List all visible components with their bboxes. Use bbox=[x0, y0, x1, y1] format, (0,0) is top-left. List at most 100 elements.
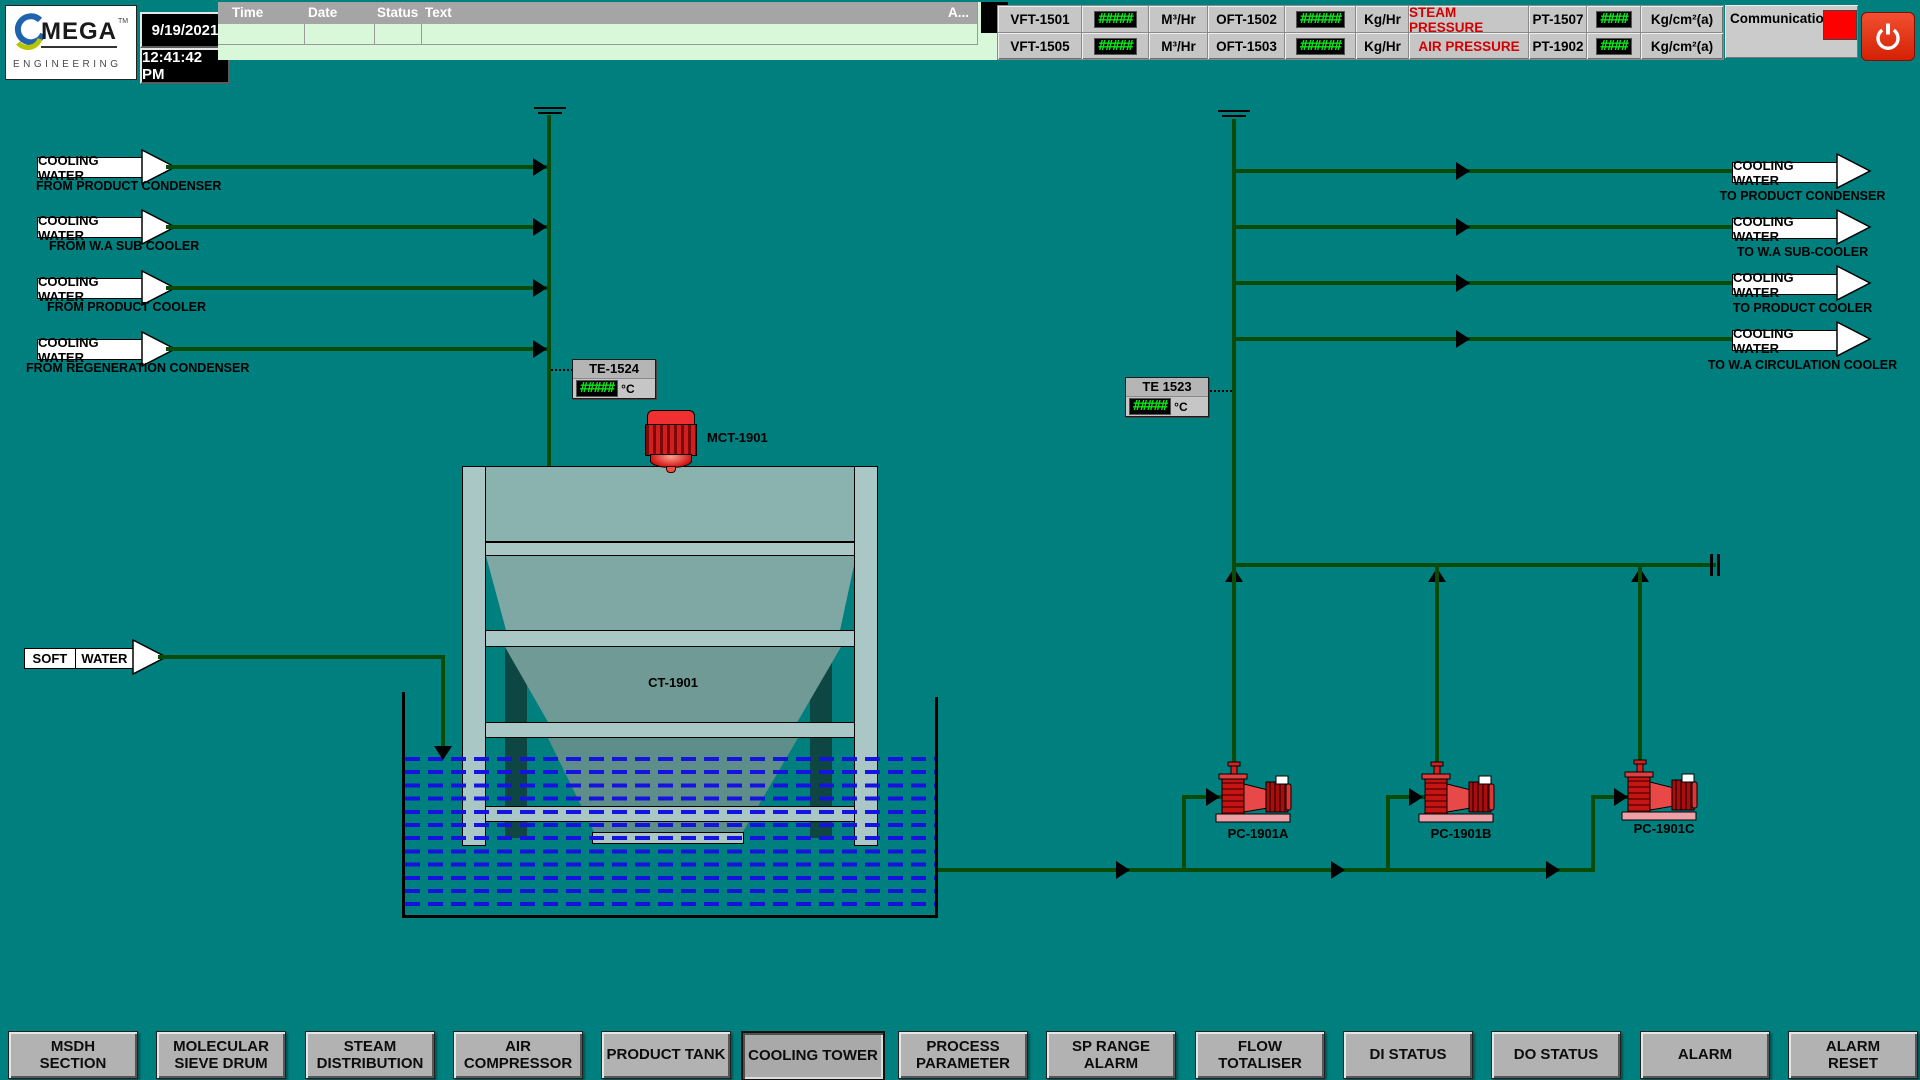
nav-process-parameter[interactable]: PROCESS PARAMETER bbox=[898, 1031, 1028, 1079]
nav-do-status[interactable]: DO STATUS bbox=[1491, 1031, 1621, 1079]
inlet-tag-box: COOLING WATER bbox=[37, 278, 143, 299]
pump-discharge-header bbox=[1232, 563, 1716, 567]
flow-arrow-right-icon bbox=[1836, 321, 1872, 357]
pipe-arrowhead-icon bbox=[533, 218, 547, 236]
outlet-dest-label: TO W.A CIRCULATION COOLER bbox=[1690, 358, 1915, 372]
nav-air-compressor[interactable]: AIR COMPRESSOR bbox=[453, 1031, 583, 1079]
nav-alarm[interactable]: ALARM bbox=[1640, 1031, 1770, 1079]
tower-fill-section: CT-1901 bbox=[505, 647, 841, 722]
pump-label: PC-1901B bbox=[1417, 826, 1505, 841]
pipe-arrowhead-icon bbox=[1456, 162, 1470, 180]
digital-value: ###### bbox=[1296, 38, 1345, 55]
instrument-leader-line bbox=[1207, 390, 1232, 392]
nav-flow-totaliser[interactable]: FLOW TOTALISER bbox=[1195, 1031, 1325, 1079]
tower-top-section bbox=[462, 466, 878, 542]
inlet-collector-pipe bbox=[547, 115, 551, 467]
soft-water-left: SOFT bbox=[25, 649, 76, 668]
pipe-arrowhead-icon bbox=[1456, 330, 1470, 348]
readout-unit: Kg/cm²(a) bbox=[1640, 32, 1724, 60]
pipe-arrowhead-icon bbox=[533, 340, 547, 358]
outlet-pipe bbox=[1236, 225, 1732, 229]
logo-subtitle: ENGINEERING bbox=[13, 59, 122, 70]
outlet-tag-box: COOLING WATER bbox=[1732, 330, 1838, 351]
pump-pc-1901a[interactable] bbox=[1214, 760, 1292, 824]
readout-value-cell: #### bbox=[1586, 5, 1642, 34]
nav-molecular-sieve-drum[interactable]: MOLECULAR SIEVE DRUM bbox=[156, 1031, 286, 1079]
basin-floor bbox=[402, 915, 938, 918]
pump-suction-branch bbox=[1591, 797, 1595, 868]
inlet-pipe bbox=[166, 286, 549, 290]
outlet-dest-label: TO PRODUCT COOLER bbox=[1690, 301, 1915, 315]
te-1523-indicator[interactable]: TE 1523 ##### °C bbox=[1125, 377, 1209, 417]
outlet-pipe bbox=[1236, 281, 1732, 285]
pump-suction-branch bbox=[1182, 797, 1186, 868]
motor-tag-label: MCT-1901 bbox=[707, 430, 768, 445]
pipe-arrowhead-icon bbox=[1456, 274, 1470, 292]
alarm-overflow-indicator[interactable]: A... bbox=[948, 5, 969, 20]
inlet-pipe bbox=[166, 165, 549, 169]
vent-icon bbox=[534, 107, 566, 109]
digital-value: ##### bbox=[1094, 11, 1136, 28]
readout-tag: VFT-1501 bbox=[997, 5, 1083, 34]
inlet-source-label: FROM PRODUCT CONDENSER bbox=[36, 179, 221, 193]
logo-brand-text: MEGA bbox=[41, 18, 117, 48]
inlet-pipe bbox=[166, 347, 549, 351]
tower-fill-section bbox=[486, 556, 856, 630]
readout-unit: M³/Hr bbox=[1148, 5, 1209, 34]
pump-riser bbox=[1232, 567, 1236, 762]
outlet-collector-pipe bbox=[1232, 119, 1236, 567]
nav-product-tank[interactable]: PRODUCT TANK bbox=[601, 1031, 731, 1079]
cooling-tower-hmi-screen: MEGA TM ENGINEERING 9/19/2021 12:41:42 P… bbox=[0, 0, 1920, 1080]
digital-value: ##### bbox=[1094, 38, 1136, 55]
tower-beam bbox=[462, 542, 878, 556]
soft-water-pipe bbox=[158, 655, 445, 659]
outlet-tag-box: COOLING WATER bbox=[1732, 218, 1838, 239]
alarm-col-text: Text bbox=[425, 5, 452, 20]
te-1524-tag: TE-1524 bbox=[573, 360, 655, 379]
pump-pc-1901b[interactable] bbox=[1417, 760, 1495, 824]
fan-motor[interactable] bbox=[645, 424, 697, 456]
pump-label: PC-1901A bbox=[1214, 826, 1302, 841]
alarm-row-divider bbox=[304, 24, 305, 44]
nav-alarm-reset[interactable]: ALARM RESET bbox=[1788, 1031, 1918, 1079]
te-1523-tag: TE 1523 bbox=[1126, 378, 1208, 397]
nav-sp-range-alarm[interactable]: SP RANGE ALARM bbox=[1046, 1031, 1176, 1079]
readout-tag: VFT-1505 bbox=[997, 32, 1083, 60]
readout-value-cell: ##### bbox=[1081, 32, 1150, 60]
pipe-arrowhead-icon bbox=[1331, 861, 1345, 879]
soft-water-tag-box: SOFT WATER bbox=[24, 648, 134, 669]
inlet-pipe bbox=[166, 225, 549, 229]
pipe-arrowhead-icon bbox=[1116, 861, 1130, 879]
pipe-arrowhead-icon bbox=[434, 746, 452, 760]
alarm-row-divider bbox=[977, 2, 978, 44]
instrument-leader-line bbox=[551, 369, 573, 371]
exit-power-button[interactable] bbox=[1861, 12, 1915, 61]
te-1524-indicator[interactable]: TE-1524 ##### °C bbox=[572, 359, 656, 399]
readout-unit: Kg/cm²(a) bbox=[1640, 5, 1724, 34]
readout-value-cell: #### bbox=[1586, 32, 1642, 60]
nav-cooling-tower[interactable]: COOLING TOWER bbox=[741, 1031, 885, 1080]
te-1524-value: ##### bbox=[576, 380, 618, 397]
inlet-tag-box: COOLING WATER bbox=[37, 339, 143, 360]
basin-wall bbox=[402, 692, 405, 918]
alarm-row-divider bbox=[421, 24, 422, 44]
flow-arrow-right-icon bbox=[1836, 153, 1872, 189]
pump-pc-1901c[interactable] bbox=[1620, 758, 1698, 822]
nav-ste-distribution[interactable]: STEAM DISTRIBUTION bbox=[305, 1031, 435, 1079]
readout-unit: Kg/Hr bbox=[1355, 32, 1410, 60]
digital-value: #### bbox=[1596, 11, 1631, 28]
tower-beam bbox=[462, 722, 878, 738]
readout-value-cell: ###### bbox=[1284, 5, 1357, 34]
pump-riser bbox=[1435, 567, 1439, 762]
alarm-col-time: Time bbox=[232, 5, 263, 20]
pipe-arrowhead-icon bbox=[533, 158, 547, 176]
outlet-pipe bbox=[1236, 337, 1732, 341]
digital-value: ###### bbox=[1296, 11, 1345, 28]
nav-di-status[interactable]: DI STATUS bbox=[1343, 1031, 1473, 1079]
readout-unit: M³/Hr bbox=[1148, 32, 1209, 60]
readout-tag: PT-1507 bbox=[1528, 5, 1588, 34]
readout-unit: Kg/Hr bbox=[1355, 5, 1410, 34]
date-display: 9/19/2021 bbox=[140, 12, 230, 48]
nav-msdh-section[interactable]: MSDH SECTION bbox=[8, 1031, 138, 1079]
outlet-pipe bbox=[1236, 169, 1732, 173]
